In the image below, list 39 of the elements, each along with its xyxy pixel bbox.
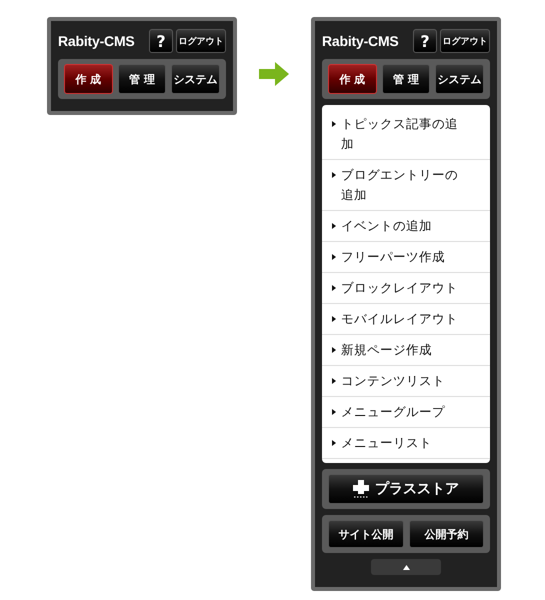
menu-item[interactable]: トピックス記事の追加 (322, 109, 490, 160)
tab[interactable]: 管 理 (118, 64, 166, 94)
menu-item[interactable]: イベントの追加 (322, 211, 490, 242)
collapse-button[interactable] (371, 559, 441, 575)
bullet-icon (332, 172, 336, 178)
tab[interactable]: システム (435, 64, 484, 94)
bullet-icon (332, 254, 336, 260)
tab[interactable]: システム (171, 64, 220, 94)
logo: Rabity-CMS (322, 33, 400, 49)
bullet-icon (332, 440, 336, 446)
menu-item[interactable]: メニューグループ (322, 397, 490, 428)
logout-button[interactable]: ログアウト (440, 29, 490, 53)
publish-button[interactable]: サイト公開 (328, 520, 404, 548)
up-caret-icon (402, 564, 410, 570)
bullet-icon (332, 409, 336, 415)
help-button[interactable]: ? (149, 29, 173, 53)
bullet-icon (332, 285, 336, 291)
menu-item[interactable]: フリーパーツ作成 (322, 242, 490, 273)
bullet-icon (332, 316, 336, 322)
arrow-icon (259, 62, 289, 86)
help-button[interactable]: ? (413, 29, 437, 53)
tab[interactable]: 管 理 (382, 64, 430, 94)
publish-button[interactable]: 公開予約 (408, 520, 484, 548)
bullet-icon (332, 378, 336, 384)
logout-button[interactable]: ログアウト (176, 29, 226, 53)
bullet-icon (332, 223, 336, 229)
menu-item[interactable]: 新規ページ作成 (322, 335, 490, 366)
tab[interactable]: 作 成 (64, 64, 113, 94)
logo: Rabity-CMS (58, 33, 136, 49)
menu-item[interactable]: モバイルレイアウト (322, 304, 490, 335)
bullet-icon (332, 347, 336, 353)
menu-item[interactable]: ブログエントリーの追加 (322, 160, 490, 211)
menu-item[interactable]: コンテンツリスト (322, 366, 490, 397)
tab[interactable]: 作 成 (328, 64, 377, 94)
store-button[interactable]: プラスストア (328, 474, 484, 504)
bullet-icon (332, 121, 336, 127)
menu-item[interactable]: メニューリスト (322, 428, 490, 459)
menu-item[interactable]: ブロックレイアウト (322, 273, 490, 304)
plus-icon (353, 480, 369, 498)
